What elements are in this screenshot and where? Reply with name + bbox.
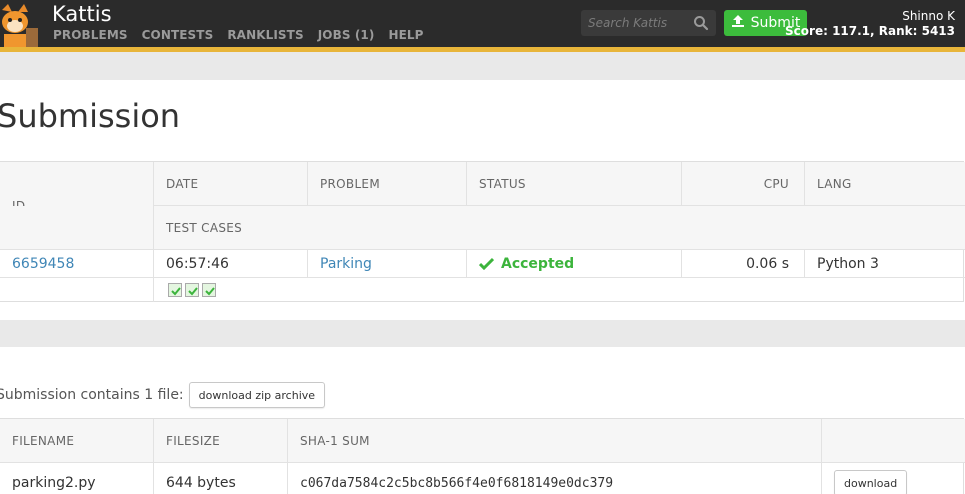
cell-problem: Parking: [308, 250, 467, 277]
cell-filesize: 644 bytes: [154, 463, 288, 494]
check-icon: [479, 257, 494, 270]
test-cases-cell: [154, 278, 965, 302]
search-box: [581, 10, 716, 36]
header-actions: [822, 419, 965, 462]
test-case-passed-icon[interactable]: [202, 283, 216, 297]
user-info[interactable]: Shinno K Score: 117.1, Rank: 5413: [785, 9, 955, 39]
table-row: parking2.py 644 bytes c067da7584c2c5bc8b…: [0, 463, 965, 494]
problem-link[interactable]: Parking: [320, 256, 372, 272]
file-count-text: Submission contains 1 file:: [0, 387, 184, 403]
cell-lang: Python 3: [817, 255, 879, 272]
brand-title[interactable]: Kattis: [52, 2, 112, 26]
cell-date: 06:57:46: [154, 250, 308, 277]
user-name[interactable]: Shinno K: [785, 9, 955, 24]
file-count-line: Submission contains 1 file: download zip…: [0, 382, 326, 408]
header-filesize: FILESIZE: [154, 419, 288, 462]
header-filename: FILENAME: [0, 419, 154, 462]
nav-ranklists[interactable]: RANKLISTS: [227, 28, 303, 42]
user-score: Score: 117.1, Rank: 5413: [785, 24, 955, 38]
header-status: STATUS: [467, 162, 682, 205]
submission-table: ID DATE PROBLEM STATUS CPU LANG TEST CAS…: [0, 161, 965, 302]
status-badge: Accepted: [479, 256, 574, 272]
cell-sha1: c067da7584c2c5bc8b566f4e0f6818149e0dc379: [288, 463, 822, 494]
kattis-logo-icon[interactable]: [0, 0, 40, 47]
nav-problems[interactable]: PROBLEMS: [53, 28, 128, 42]
download-file-button[interactable]: download: [834, 470, 908, 494]
nav-help[interactable]: HELP: [388, 28, 423, 42]
download-zip-button[interactable]: download zip archive: [188, 382, 326, 408]
files-table: FILENAME FILESIZE SHA-1 SUM parking2.py …: [0, 418, 965, 494]
table-header-row: ID DATE PROBLEM STATUS CPU LANG: [0, 162, 965, 250]
search-icon[interactable]: [693, 15, 709, 31]
gray-band-top: [0, 52, 965, 80]
submission-id-link[interactable]: 6659458: [12, 256, 74, 272]
cell-cpu: 0.06 s: [682, 250, 805, 277]
header-test-cases: TEST CASES: [154, 206, 965, 249]
search-input[interactable]: [581, 10, 686, 36]
upload-icon: [731, 14, 745, 32]
table-row: 6659458 06:57:46 Parking Accepted 0.06 s…: [0, 250, 965, 302]
header-date: DATE: [154, 162, 308, 205]
test-case-passed-icon[interactable]: [168, 283, 182, 297]
top-navbar: Kattis PROBLEMS CONTESTS RANKLISTS JOBS …: [0, 0, 965, 47]
main-nav: PROBLEMS CONTESTS RANKLISTS JOBS (1) HEL…: [53, 28, 438, 42]
test-case-passed-icon[interactable]: [185, 283, 199, 297]
page-title: Submission: [0, 97, 181, 135]
header-sha1: SHA-1 SUM: [288, 419, 822, 462]
header-lang: LANG: [805, 162, 965, 205]
gray-band-middle: [0, 320, 965, 347]
cell-status: Accepted: [467, 250, 682, 277]
table-subheader-row: TEST CASES: [0, 206, 965, 250]
test-cases-row: [0, 278, 965, 302]
header-cpu: CPU: [682, 162, 805, 205]
files-header-row: FILENAME FILESIZE SHA-1 SUM: [0, 419, 965, 463]
nav-contests[interactable]: CONTESTS: [142, 28, 214, 42]
cell-filename: parking2.py: [0, 463, 154, 494]
subheader-empty: [0, 206, 154, 249]
header-problem: PROBLEM: [308, 162, 467, 205]
nav-jobs[interactable]: JOBS (1): [318, 28, 375, 42]
cell-actions: download: [822, 463, 965, 494]
